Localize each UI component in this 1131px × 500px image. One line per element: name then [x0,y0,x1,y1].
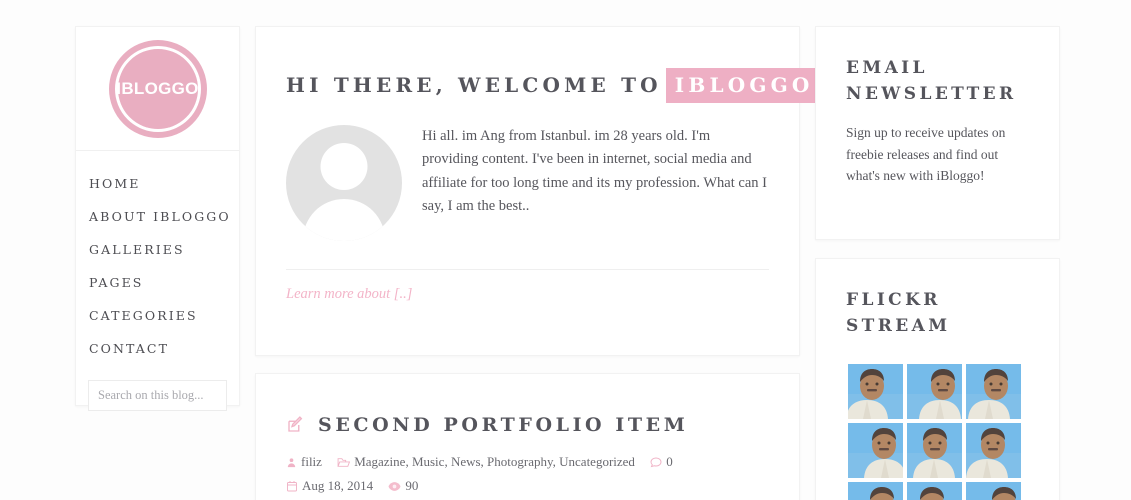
flickr-thumbnail[interactable] [966,363,1021,419]
avatar-head-shape [320,143,368,190]
comment-icon [650,453,662,475]
site-logo[interactable]: IBLOGGO [76,27,239,151]
sidebar-item-home[interactable]: HOME [76,167,239,200]
welcome-panel: HI THERE, WELCOME TO IBLOGGO WP Hi all. i… [255,26,880,356]
learn-more-link[interactable]: Learn more about [..] [286,286,412,303]
sidebar-item-categories[interactable]: CATEGORIES [76,299,239,332]
intro-text: Hi all. im Ang from Istanbul. im 28 year… [422,128,767,215]
folder-icon [337,453,351,475]
left-sidebar: IBLOGGO HOME ABOUT IBLOGGO GALLERIES PAG… [75,26,240,411]
sidebar-item-contact[interactable]: CONTACT [76,332,239,365]
page-root: IBLOGGO HOME ABOUT IBLOGGO GALLERIES PAG… [0,0,1131,500]
flickr-widget: FLICKR STREAM [815,258,1060,500]
flickr-thumbnail[interactable] [966,481,1021,500]
post-author-name: filiz [301,454,322,469]
flickr-title: FLICKR STREAM [846,290,951,337]
sidebar-item-pages[interactable]: PAGES [76,266,239,299]
edit-pencil-icon [286,416,304,434]
post-meta: filiz Magazine, Music, News, Photography… [286,451,769,500]
post-comment-count: 0 [666,454,673,469]
logo-circle: IBLOGGO [108,39,207,138]
search-container [76,371,239,425]
calendar-icon [286,477,298,499]
post-title[interactable]: SECOND PORTFOLIO ITEM [286,414,799,436]
post-title-text: SECOND PORTFOLIO ITEM [318,414,689,436]
logo-text: IBLOGGO [116,78,199,98]
post-panel: SECOND PORTFOLIO ITEM filiz Magazine, Mu… [255,373,800,500]
flickr-thumbnail[interactable] [848,363,903,419]
sidebar-item-galleries[interactable]: GALLERIES [76,233,239,266]
user-icon [286,453,297,475]
post-date: Aug 18, 2014 [286,478,376,493]
flickr-thumbnail[interactable] [966,422,1021,478]
page-title: HI THERE, WELCOME TO IBLOGGO WP [286,68,880,103]
flickr-thumbnail[interactable] [907,363,962,419]
flickr-thumbnail[interactable] [848,422,903,478]
flickr-thumbnail[interactable] [848,481,903,500]
post-categories[interactable]: Magazine, Music, News, Photography, Unca… [337,454,638,469]
divider [286,269,769,270]
avatar-body-shape [303,199,385,241]
newsletter-body: Sign up to receive updates on freebie re… [846,124,1006,184]
intro-block: Hi all. im Ang from Istanbul. im 28 year… [286,125,769,241]
sidebar-item-about-ibloggo[interactable]: ABOUT IBLOGGO [76,200,239,233]
post-comments[interactable]: 0 [650,454,673,469]
newsletter-widget: EMAIL NEWSLETTER Sign up to receive upda… [815,26,1060,240]
flickr-thumbnail-grid [848,363,1021,500]
flickr-thumbnail[interactable] [907,422,962,478]
welcome-title-prefix: HI THERE, WELCOME TO [286,73,662,97]
main-navigation: HOME ABOUT IBLOGGO GALLERIES PAGES CATEG… [76,151,239,371]
post-views: 90 [388,478,418,493]
post-date-text: Aug 18, 2014 [302,478,374,494]
eye-icon [388,477,401,499]
user-placeholder-icon [286,125,402,241]
post-categories-list: Magazine, Music, News, Photography, Unca… [354,454,635,469]
newsletter-title: EMAIL NEWSLETTER [846,58,1017,105]
post-author[interactable]: filiz [286,454,325,469]
flickr-thumbnail[interactable] [907,481,962,500]
search-input[interactable] [88,380,227,411]
post-view-count: 90 [405,478,419,494]
